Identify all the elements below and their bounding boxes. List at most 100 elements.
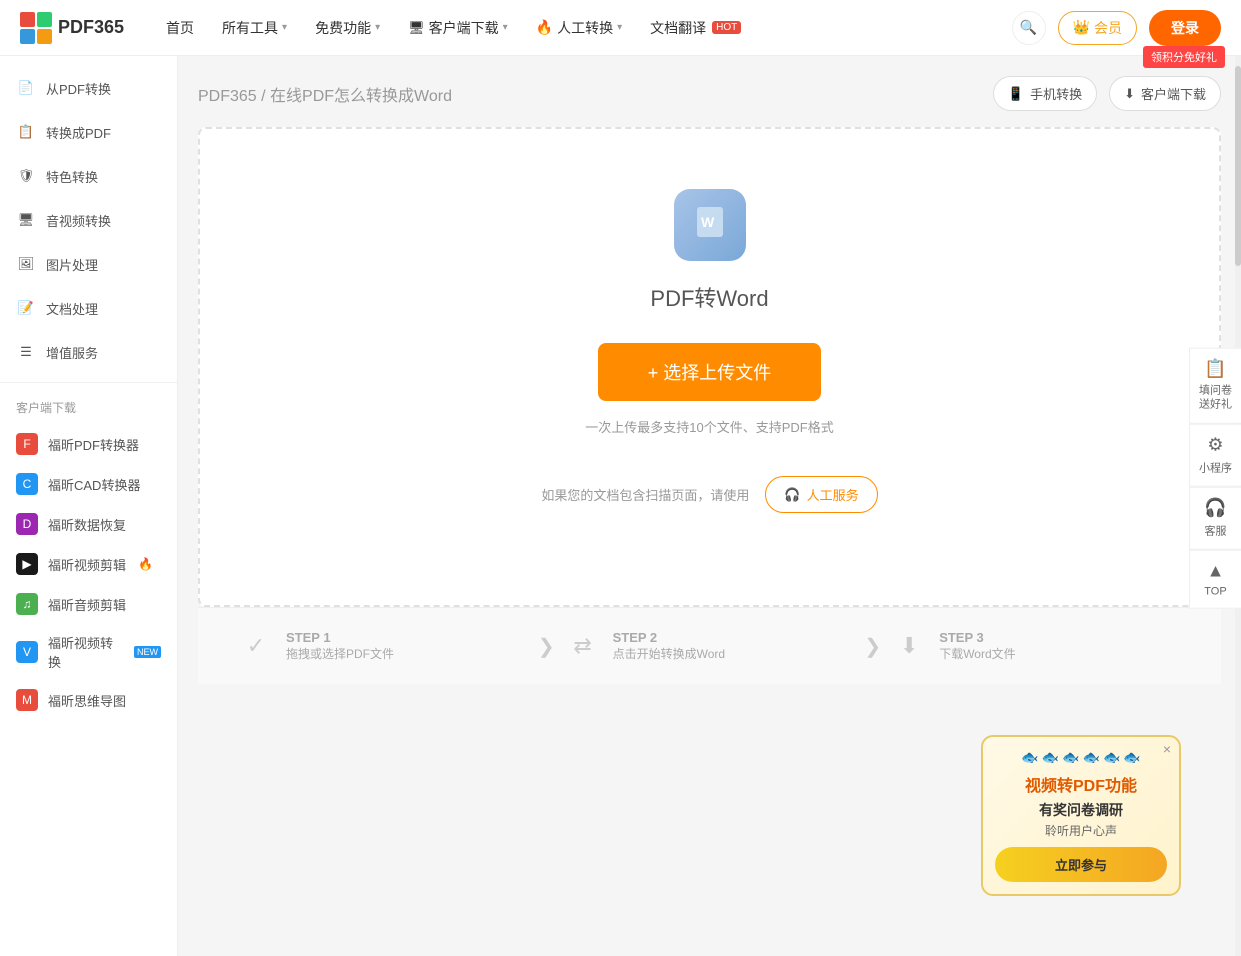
promo-desc: 聆听用户心声 [995,822,1167,839]
new-badge: NEW [134,646,161,658]
survey-icon: 📋 [1204,359,1226,380]
nav-home[interactable]: 首页 [154,12,206,44]
chain-4: 🐟 [1083,749,1100,766]
login-button[interactable]: 登录 [1149,10,1221,46]
nav-translate[interactable]: 文档翻译 HOT [638,12,753,44]
logo-grid [20,12,52,44]
step-arrow-2: ❯ [864,634,881,659]
sidebar-app-audio-editor[interactable]: ♫ 福昕音频剪辑 [0,584,177,624]
promo-subtitle: 有奖问卷调研 [995,800,1167,820]
svg-text:W: W [701,214,715,230]
vip-icon: ☰ [16,342,36,362]
from-pdf-icon: 📄 [16,78,36,98]
sidebar-item-av[interactable]: 🖥 音视频转换 [0,198,177,242]
brand-name: PDF365 [58,17,124,38]
top-icon: ▲ [1207,560,1225,581]
image-icon: 🖼 [16,254,36,274]
sidebar-app-video-converter[interactable]: V 福昕视频转换 NEW [0,624,177,680]
miniapp-icon: ⚙ [1207,434,1223,455]
hot-badge: HOT [712,21,741,34]
cad-converter-icon: C [16,473,38,495]
step-2: ⇄ STEP 2 点击开始转换成Word [565,628,855,664]
client-download-button[interactable]: ⬇ 客户端下载 [1109,76,1221,111]
nav-tools[interactable]: 所有工具▾ [210,12,299,44]
step-arrow-1: ❯ [538,634,555,659]
service-icon: 🎧 [1204,497,1226,518]
nav-items: 首页 所有工具▾ 免费功能▾ 🖥 客户端下载▾ 🔥 人工转换▾ 文档翻译 HOT [154,12,1012,44]
upload-icon-wrap: W [674,189,746,261]
sidebar-divider [0,382,177,383]
sidebar-item-vip[interactable]: ☰ 增值服务 [0,330,177,374]
member-button[interactable]: 👑 会员 [1058,11,1137,45]
service-row: 如果您的文档包含扫描页面，请使用 🎧 人工服务 [541,476,877,513]
sidebar-app-cad-converter[interactable]: C 福昕CAD转换器 [0,464,177,504]
top-navigation: PDF365 首页 所有工具▾ 免费功能▾ 🖥 客户端下载▾ 🔥 人工转换▾ 文… [0,0,1241,56]
chain-6: 🐟 [1123,749,1140,766]
sidebar: 📄 从PDF转换 📋 转换成PDF 🛡 特色转换 🖥 音视频转换 🖼 图片处理 … [0,56,178,956]
sidebar-item-image[interactable]: 🖼 图片处理 [0,242,177,286]
mindmap-icon: M [16,689,38,711]
upload-area: W PDF转Word + 选择上传文件 一次上传最多支持10个文件、支持PDF格… [198,127,1221,607]
upload-title: PDF转Word [650,281,768,313]
logo[interactable]: PDF365 [20,12,124,44]
upload-button[interactable]: + 选择上传文件 [598,343,822,401]
float-top-button[interactable]: ▲ TOP [1189,549,1241,608]
top-bar: PDF365 / 在线PDF怎么转换成Word 📱 手机转换 ⬇ 客户端下载 [198,76,1221,111]
crown-icon: 👑 [1073,19,1090,36]
float-miniapp-button[interactable]: ⚙ 小程序 [1189,423,1241,486]
promo-card: × 🐟 🐟 🐟 🐟 🐟 🐟 视频转PDF功能 有奖问卷调研 聆听用户心声 立即参… [981,735,1181,896]
step-3-icon: ⬇ [891,628,927,664]
nav-free[interactable]: 免费功能▾ [303,12,392,44]
step-1: ✓ STEP 1 拖拽或选择PDF文件 [238,628,528,664]
doc-icon: 📝 [16,298,36,318]
av-icon: 🖥 [16,210,36,230]
headset-icon: 🎧 [784,487,800,503]
fire-icon: 🔥 [536,19,553,36]
pdf-converter-icon: F [16,433,38,455]
step-2-text: STEP 2 点击开始转换成Word [613,630,725,662]
promo-close-button[interactable]: × [1163,741,1171,757]
mobile-icon: 📱 [1008,86,1024,102]
video-editor-fire-icon: 🔥 [138,557,153,571]
right-float-panel: 📋 填问卷送好礼 ⚙ 小程序 🎧 客服 ▲ TOP [1189,348,1241,609]
sidebar-item-from-pdf[interactable]: 📄 从PDF转换 [0,66,177,110]
steps-bar: ✓ STEP 1 拖拽或选择PDF文件 ❯ ⇄ STEP 2 点击开始转换成Wo… [198,607,1221,684]
sidebar-app-data-recovery[interactable]: D 福昕数据恢复 [0,504,177,544]
upload-hint: 一次上传最多支持10个文件、支持PDF格式 [585,417,833,436]
promo-chains: 🐟 🐟 🐟 🐟 🐟 🐟 [995,749,1167,766]
sidebar-app-pdf-converter[interactable]: F 福昕PDF转换器 [0,424,177,464]
float-survey-button[interactable]: 📋 填问卷送好礼 [1189,348,1241,424]
manual-service-button[interactable]: 🎧 人工服务 [765,476,877,513]
download-icon: 🖥 [408,20,425,36]
top-actions: 📱 手机转换 ⬇ 客户端下载 [993,76,1221,111]
mobile-convert-button[interactable]: 📱 手机转换 [993,76,1097,111]
to-pdf-icon: 📋 [16,122,36,142]
word-icon: W [691,203,729,248]
sidebar-app-mindmap[interactable]: M 福昕思维导图 [0,680,177,720]
sidebar-item-to-pdf[interactable]: 📋 转换成PDF [0,110,177,154]
sidebar-app-video-editor[interactable]: ▶ 福昕视频剪辑 🔥 [0,544,177,584]
step-3: ⬇ STEP 3 下载Word文件 [891,628,1181,664]
nav-right: 🔍 👑 会员 登录 [1012,10,1221,46]
video-editor-icon: ▶ [16,553,38,575]
client-download-icon: ⬇ [1124,86,1135,102]
breadcrumb: PDF365 / 在线PDF怎么转换成Word [198,82,452,106]
nav-manual[interactable]: 🔥 人工转换▾ [524,12,634,44]
promo-action-button[interactable]: 立即参与 [995,847,1167,882]
step-1-text: STEP 1 拖拽或选择PDF文件 [286,630,394,662]
audio-editor-icon: ♫ [16,593,38,615]
chain-3: 🐟 [1062,749,1079,766]
chain-2: 🐟 [1042,749,1059,766]
sidebar-item-doc[interactable]: 📝 文档处理 [0,286,177,330]
chain-5: 🐟 [1103,749,1120,766]
video-converter-icon: V [16,641,38,663]
nav-download[interactable]: 🖥 客户端下载▾ [396,12,520,44]
gift-badge[interactable]: 领积分免好礼 [1143,46,1225,68]
sidebar-item-special[interactable]: 🛡 特色转换 [0,154,177,198]
sidebar-section-title: 客户端下载 [0,391,177,424]
step-2-icon: ⇄ [565,628,601,664]
float-service-button[interactable]: 🎧 客服 [1189,486,1241,549]
search-button[interactable]: 🔍 [1012,11,1046,45]
scroll-thumb[interactable] [1235,66,1241,266]
step-3-text: STEP 3 下载Word文件 [939,630,1015,662]
